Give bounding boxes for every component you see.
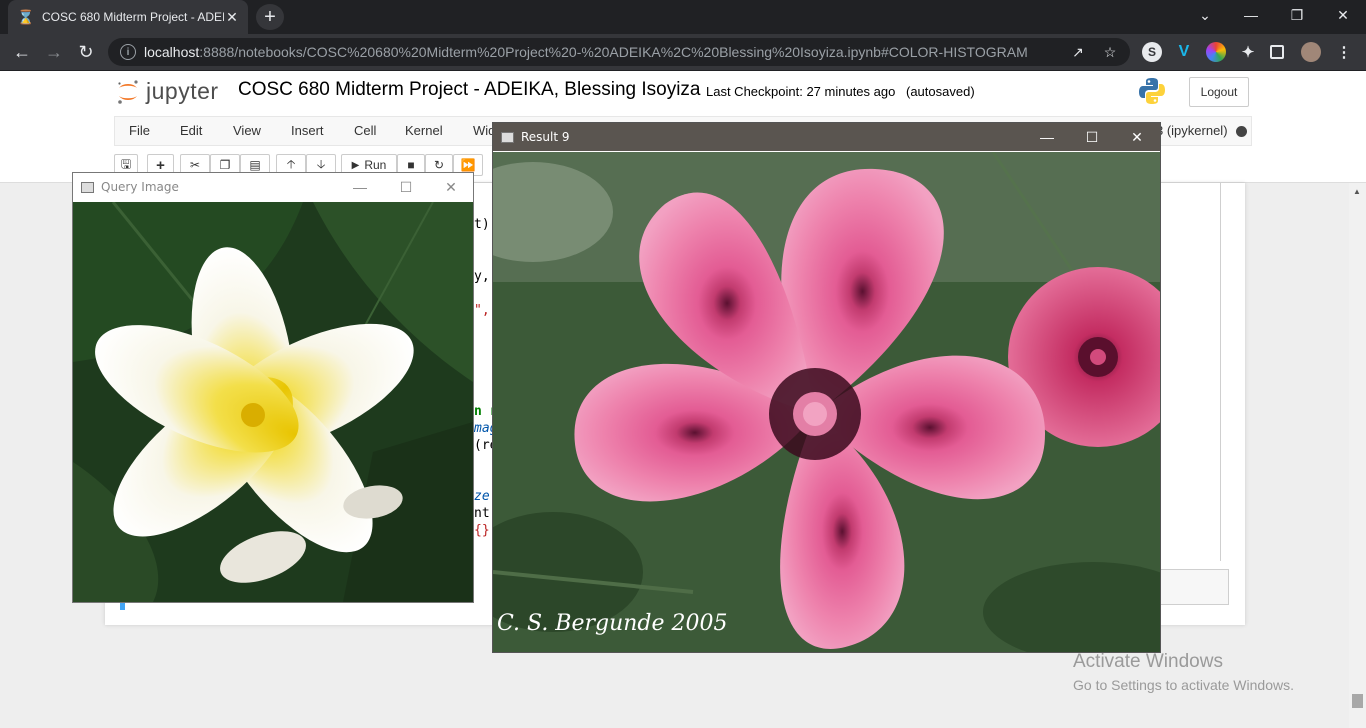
minimize-icon[interactable]: — [337, 173, 383, 201]
result-image-window[interactable]: Result 9 — ☐ ✕ C. S. Bergunde 2005 [492, 122, 1161, 653]
photo-signature: C. S. Bergunde 2005 [497, 611, 728, 636]
new-tab-button[interactable]: + [256, 4, 284, 30]
extensions-puzzle-icon[interactable]: ✦ [1238, 42, 1258, 62]
vimeo-icon[interactable]: V [1174, 42, 1194, 62]
notebook-title[interactable]: COSC 680 Midterm Project - ADEIKA, Bless… [238, 79, 701, 101]
jupyter-logo[interactable]: jupyter [116, 78, 219, 105]
next-cell[interactable] [1160, 569, 1229, 605]
reload-icon[interactable]: ↻ [74, 40, 98, 64]
maximize-icon[interactable]: ☐ [383, 173, 429, 201]
run-icon: ▶ [351, 159, 360, 171]
code-fragment: y, [474, 269, 490, 284]
query-window-title: Query Image [101, 180, 179, 194]
jupyter-header: jupyter COSC 680 Midterm Project - ADEIK… [0, 71, 1366, 116]
menu-edit[interactable]: Edit [180, 123, 202, 138]
code-fragment: nt [474, 506, 490, 521]
back-icon[interactable]: ← [10, 40, 34, 64]
checkpoint-status: Last Checkpoint: 27 minutes ago [706, 84, 896, 99]
minimize-icon[interactable]: — [1024, 123, 1070, 151]
browser-toolbar: ← → ↻ i localhost:8888/notebooks/COSC%20… [0, 34, 1366, 71]
jupyter-logo-icon [118, 79, 138, 104]
side-panel-icon[interactable] [1270, 45, 1284, 59]
site-info-icon[interactable]: i [120, 44, 136, 60]
forward-icon[interactable]: → [42, 40, 66, 64]
close-icon[interactable]: ✕ [428, 173, 474, 201]
color-extension-icon[interactable] [1206, 42, 1226, 62]
menu-view[interactable]: View [233, 123, 261, 138]
python-logo-icon [1139, 78, 1165, 104]
page-scrollbar[interactable]: ▲ [1349, 183, 1366, 728]
share-icon[interactable]: ↗ [1068, 42, 1088, 62]
bookmark-star-icon[interactable]: ☆ [1100, 42, 1120, 62]
address-bar[interactable]: i localhost:8888/notebooks/COSC%20680%20… [108, 38, 1130, 66]
scroll-thumb[interactable] [1352, 694, 1363, 708]
jupyter-logo-text: jupyter [146, 78, 219, 104]
autosave-status: (autosaved) [906, 84, 975, 99]
result-flower-image: C. S. Bergunde 2005 [493, 152, 1160, 652]
menu-file[interactable]: File [129, 123, 150, 138]
activate-windows-subtitle: Go to Settings to activate Windows. [1073, 677, 1294, 693]
restore-icon[interactable]: ❐ [1274, 0, 1320, 30]
query-flower-image [73, 202, 473, 602]
code-fragment: t) [474, 217, 490, 232]
window-app-icon [81, 181, 94, 193]
code-fragment: ", [474, 303, 490, 318]
menu-kernel[interactable]: Kernel [405, 123, 443, 138]
scroll-up-icon[interactable]: ▲ [1353, 187, 1361, 196]
minimize-icon[interactable]: — [1228, 0, 1274, 30]
kernel-indicator[interactable]: 3 (ipykernel) [1156, 123, 1228, 138]
result-window-title: Result 9 [521, 130, 570, 144]
window-app-icon [501, 131, 514, 143]
tab-search-icon[interactable]: ⌄ [1182, 0, 1228, 30]
url-host: localhost [144, 44, 200, 60]
logout-button[interactable]: Logout [1189, 77, 1249, 107]
browser-tabstrip: ⌛ COSC 680 Midterm Project - ADEIKA ✕ + … [0, 0, 1366, 34]
tab-title: COSC 680 Midterm Project - ADEIKA [42, 10, 224, 24]
menu-insert[interactable]: Insert [291, 123, 324, 138]
query-image-window[interactable]: Query Image — ☐ ✕ [72, 172, 474, 603]
run-label: Run [364, 158, 387, 172]
cell-border [1220, 183, 1221, 561]
kernel-status-icon [1236, 126, 1247, 137]
activate-windows-title: Activate Windows [1073, 651, 1223, 672]
menu-cell[interactable]: Cell [354, 123, 376, 138]
tab-close-icon[interactable]: ✕ [224, 9, 240, 26]
more-menu-icon[interactable]: ⋮ [1334, 42, 1354, 62]
window-close-icon[interactable]: ✕ [1320, 0, 1366, 30]
url-path: :8888/notebooks/COSC%20680%20Midterm%20P… [199, 44, 1028, 60]
extension-s-icon[interactable]: S [1142, 42, 1162, 62]
avatar[interactable] [1301, 42, 1321, 62]
maximize-icon[interactable]: ☐ [1069, 123, 1115, 151]
browser-tab[interactable]: ⌛ COSC 680 Midterm Project - ADEIKA ✕ [8, 0, 248, 34]
hourglass-icon: ⌛ [17, 8, 35, 25]
close-icon[interactable]: ✕ [1114, 123, 1160, 151]
